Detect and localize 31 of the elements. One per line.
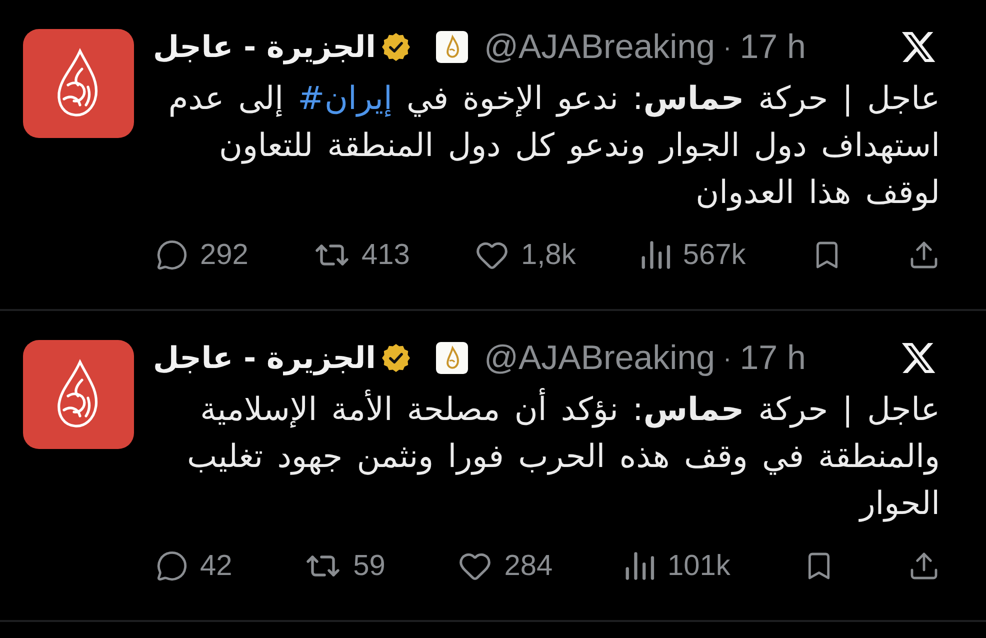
views-button[interactable]: 567k [640, 235, 746, 275]
like-button[interactable]: 1,8k [475, 235, 576, 275]
bar-chart-icon [640, 240, 671, 270]
author-handle[interactable]: @AJABreaking [484, 338, 716, 378]
separator-dot: · [723, 32, 732, 62]
hashtag-link[interactable]: #إيران [298, 79, 392, 117]
x-logo-icon[interactable] [900, 341, 937, 375]
author-name[interactable]: الجزيرة - عاجل [153, 340, 376, 376]
like-button[interactable]: 284 [458, 546, 553, 586]
timestamp[interactable]: 17 h [740, 28, 806, 66]
speech-bubble-icon [156, 239, 188, 271]
bar-chart-icon [625, 551, 656, 581]
logo-badge-icon[interactable] [436, 342, 468, 374]
repost-button[interactable]: 413 [314, 235, 410, 275]
x-logo-icon[interactable] [900, 30, 937, 64]
reply-button[interactable]: 292 [156, 235, 248, 275]
views-button[interactable]: 101k [625, 546, 730, 586]
logo-icon[interactable] [23, 340, 134, 449]
speech-bubble-icon [156, 550, 188, 582]
reply-button[interactable]: 42 [156, 546, 232, 586]
logo-icon[interactable] [23, 29, 134, 138]
share-icon [908, 550, 940, 582]
tweet-text: عاجل | حركة حماس: ندعو الإخوة في #إيران إلى عدم استهداف دول الجوار وندعو كل دول المنطقة للتعاون لوقف هذا العدوان [167, 78, 940, 213]
share-icon [908, 239, 940, 271]
author-handle[interactable]: @AJABreaking [484, 28, 716, 66]
tweet-text: عاجل | حركة حماس: نؤكد أن مصلحة الأمة الإسلامية والمنطقة في وقف هذه الحرب فورا ونثمن جهود تغليب الحوار [186, 387, 940, 524]
repost-button[interactable]: 59 [305, 546, 386, 586]
separator-dot: · [723, 342, 732, 374]
logo-badge-icon[interactable] [436, 31, 468, 63]
timestamp[interactable]: 17 h [740, 338, 806, 378]
author-name[interactable]: الجزيرة - عاجل [153, 30, 376, 64]
